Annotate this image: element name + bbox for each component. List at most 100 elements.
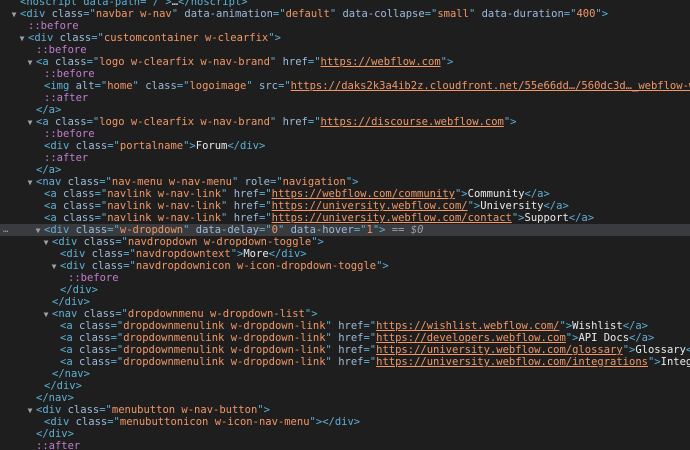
tag-token: ">	[311, 236, 324, 248]
dom-node[interactable]: </nav>	[0, 368, 690, 380]
attribute-value: default	[285, 8, 330, 20]
dom-node[interactable]: ▼ <div class="navbar w-nav" data-animatio…	[0, 8, 690, 20]
dom-node[interactable]: ▼ <div class="menubutton w-nav-button">	[0, 404, 690, 416]
tag-token: <div	[20, 8, 52, 20]
dom-node[interactable]: ▼ <div class="navdropdown w-dropdown-togg…	[0, 236, 690, 248]
expand-triangle-icon[interactable]: ▼	[34, 225, 42, 236]
dom-node[interactable]: ::before	[0, 272, 690, 284]
expand-triangle-icon[interactable]: ▼	[26, 57, 34, 68]
dom-node[interactable]: <div class="menubuttonicon w-icon-nav-me…	[0, 416, 690, 428]
attribute-link[interactable]: https://wishlist.webflow.com/	[376, 320, 559, 332]
dom-node[interactable]: <a class="dropdownmenulink w-dropdown-li…	[0, 332, 690, 344]
console-ref-token: ==	[385, 224, 411, 236]
dom-node[interactable]: </div>	[0, 284, 690, 296]
tag-token: "	[221, 200, 234, 212]
pseudo-element: ::before	[36, 44, 87, 56]
dom-node[interactable]: ▼ <nav class="nav-menu w-nav-menu" role="…	[0, 176, 690, 188]
dom-node[interactable]: <a class="dropdownmenulink w-dropdown-li…	[0, 344, 690, 356]
tag-token: ="	[107, 224, 120, 236]
expand-triangle-icon[interactable]: ▼	[26, 177, 34, 188]
tag-token: ">	[257, 404, 270, 416]
dom-node[interactable]: ▼ <div class="navdropdownicon w-icon-drop…	[0, 260, 690, 272]
expand-triangle-icon[interactable]: ▼	[10, 9, 18, 20]
attribute-name: class	[78, 344, 111, 356]
tag-token: ="	[110, 344, 124, 356]
dom-node[interactable]: ▼ <nav class="dropdownmenu w-dropdown-lis…	[0, 308, 690, 320]
dom-node[interactable]: <noscript data-path="/">…</noscript>	[0, 0, 690, 8]
dom-node[interactable]: <a class="navlink w-nav-link" href="http…	[0, 188, 690, 200]
tag-token: ="	[363, 332, 377, 344]
dom-node[interactable]: ▼ <a class="logo w-clearfix w-nav-brand" …	[0, 56, 690, 68]
node-content: <noscript data-path="/">…</noscript>	[10, 0, 248, 8]
dom-node[interactable]: ::after	[0, 440, 690, 450]
expand-triangle-icon[interactable]: ▼	[42, 237, 50, 248]
dom-node[interactable]: <div class="portalname">Forum</div>	[0, 140, 690, 152]
dom-node[interactable]: <div class="navdropdowntext">More</div>	[0, 248, 690, 260]
dom-node[interactable]: ▼ <div class="customcontainer w-clearfix"…	[0, 32, 690, 44]
attribute-link[interactable]: https://university.webflow.com/integrati…	[376, 356, 648, 368]
attribute-name: src	[259, 80, 278, 92]
attribute-link[interactable]: https://university.webflow.com/	[272, 200, 468, 212]
tag-token: ="	[269, 176, 283, 188]
dom-node[interactable]: ▼ <a class="logo w-clearfix w-nav-brand" …	[0, 116, 690, 128]
dom-node[interactable]: ::before	[0, 20, 690, 32]
attribute-value: menubutton w-nav-button	[111, 404, 258, 416]
tag-token: <noscript data-path="/">	[20, 0, 172, 8]
attribute-name: class	[83, 308, 116, 320]
tag-token: ="	[307, 56, 321, 68]
attribute-value: navigation	[282, 176, 346, 188]
attribute-link[interactable]: https://webflow.com	[321, 56, 441, 68]
attribute-name: class	[67, 404, 100, 416]
dom-node[interactable]: ::after	[0, 92, 690, 104]
node-content: <a class="dropdownmenulink w-dropdown-li…	[50, 332, 654, 344]
attribute-value: dropdownmenulink w-dropdown-link	[123, 344, 326, 356]
attribute-value: navlink w-nav-link	[107, 212, 222, 224]
attribute-name: class	[59, 32, 92, 44]
attribute-link[interactable]: https://developers.webflow.com	[376, 332, 566, 344]
tag-token: <nav	[36, 176, 68, 188]
attribute-link[interactable]: https://webflow.com/community	[272, 188, 455, 200]
tag-token: ="	[424, 8, 438, 20]
dom-node[interactable]: </div>	[0, 380, 690, 392]
dom-node[interactable]: <img alt="home" class="logoimage" src="h…	[0, 80, 690, 92]
tag-token: ="	[277, 80, 291, 92]
expand-triangle-icon[interactable]: ▼	[18, 33, 26, 44]
dom-node[interactable]: ::before	[0, 68, 690, 80]
dom-node[interactable]: </a>	[0, 104, 690, 116]
expand-triangle-icon[interactable]: ▼	[26, 405, 34, 416]
attribute-value: navdropdownicon w-icon-dropdown-toggle	[135, 260, 377, 272]
dom-node[interactable]: ::before	[0, 128, 690, 140]
dom-node[interactable]: ::before	[0, 44, 690, 56]
node-content: <a class="dropdownmenulink w-dropdown-li…	[50, 356, 690, 368]
dom-node[interactable]: <a class="dropdownmenulink w-dropdown-li…	[0, 320, 690, 332]
expand-triangle-icon[interactable]: ▼	[50, 261, 58, 272]
dom-node[interactable]: <a class="navlink w-nav-link" href="http…	[0, 212, 690, 224]
attribute-link[interactable]: https://discourse.webflow.com	[321, 116, 504, 128]
expand-triangle-icon[interactable]: ▼	[26, 117, 34, 128]
more-options-icon[interactable]: …	[3, 224, 8, 236]
dom-node[interactable]: <a class="dropdownmenulink w-dropdown-li…	[0, 356, 690, 368]
dom-node[interactable]: <a class="navlink w-nav-link" href="http…	[0, 200, 690, 212]
attribute-link[interactable]: https://daks2k3a4ib2z.cloudfront.net/55e…	[291, 80, 690, 92]
tag-token: </div>	[44, 380, 82, 392]
attribute-link[interactable]: https://university.webflow.com/contact	[272, 212, 512, 224]
expand-triangle-icon[interactable]: ▼	[42, 309, 50, 320]
tag-token: "	[269, 56, 283, 68]
dom-node[interactable]: ::after	[0, 152, 690, 164]
dom-node[interactable]: </a>	[0, 164, 690, 176]
tag-token: </nav>	[52, 368, 90, 380]
tag-token: </a>	[524, 188, 550, 200]
tag-token: ="	[258, 212, 272, 224]
dom-node[interactable]: </div>	[0, 428, 690, 440]
node-content: ▼ <nav class="nav-menu w-nav-menu" role="…	[26, 176, 359, 188]
tag-token: ="	[94, 188, 108, 200]
dom-node[interactable]: </div>	[0, 296, 690, 308]
node-content: <img alt="home" class="logoimage" src="h…	[34, 80, 690, 92]
dom-node-selected[interactable]: … ▼ <div class="w-dropdown" data-delay="0"…	[0, 224, 690, 236]
elements-dom-tree[interactable]: <noscript data-path="/">…</noscript> ▼ <di…	[0, 0, 690, 450]
attribute-link[interactable]: https://university.webflow.com/glossary	[376, 344, 623, 356]
pseudo-element: ::before	[68, 272, 119, 284]
attribute-name: data-collapse	[342, 8, 425, 20]
attribute-name: class	[62, 212, 95, 224]
dom-node[interactable]: </nav>	[0, 392, 690, 404]
